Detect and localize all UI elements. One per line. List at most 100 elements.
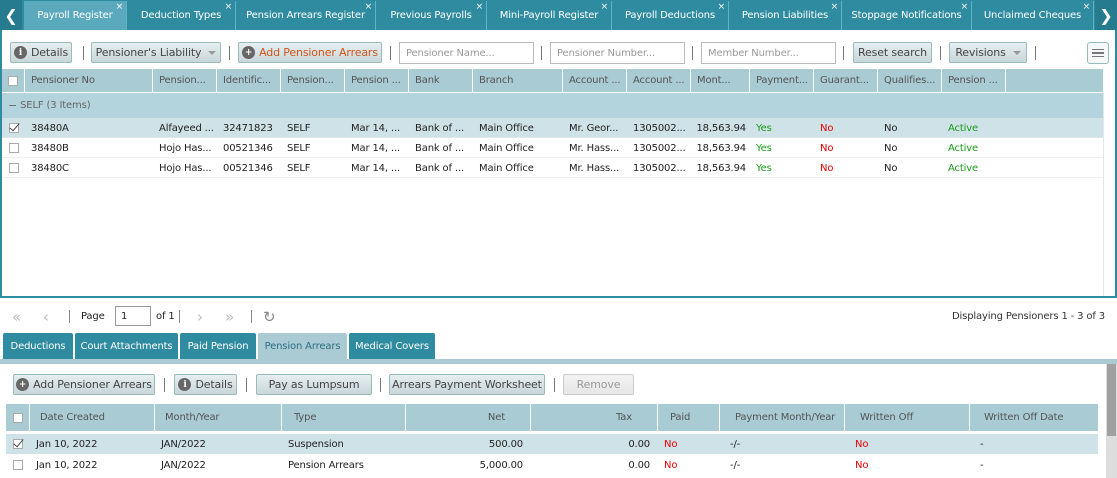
add-arrears-label: Add Pensioner Arrears — [33, 378, 152, 391]
tab-paid-pension[interactable]: Paid Pension — [180, 333, 256, 360]
member-number-input[interactable]: Member Number... — [701, 42, 836, 64]
col-account-no[interactable]: Account ... — [627, 69, 691, 92]
pay-as-lumpsum-button[interactable]: Pay as Lumpsum — [256, 374, 372, 395]
cell-written-off: No — [855, 459, 869, 471]
first-page-icon[interactable]: « — [12, 308, 21, 326]
col-pensioner-name[interactable]: Pension... — [153, 69, 217, 92]
arrears-payment-worksheet-button[interactable]: Arrears Payment Worksheet — [389, 374, 545, 395]
cell-type: SELF — [287, 142, 311, 154]
col-payment-month-year[interactable]: Payment Month/Year — [720, 404, 845, 431]
row-select[interactable] — [6, 455, 30, 475]
col-pension-date[interactable]: Pension ... — [345, 69, 409, 92]
revisions-dropdown[interactable]: Revisions — [949, 42, 1027, 63]
tab-payroll-deductions[interactable]: Payroll Deductions × — [612, 1, 729, 30]
tab-payroll-register[interactable]: Payroll Register × — [24, 1, 127, 30]
tab-mini-payroll-register[interactable]: Mini-Payroll Register × — [487, 1, 612, 30]
col-guarantee[interactable]: Guarant... — [814, 69, 878, 92]
row-select[interactable] — [2, 138, 25, 158]
row-select[interactable] — [2, 158, 25, 178]
col-pension-status[interactable]: Pension ... — [942, 69, 1006, 92]
close-icon[interactable]: × — [365, 2, 373, 12]
module-tabs: Payroll Register × Deduction Types × Pensi… — [24, 0, 1094, 30]
details-button[interactable]: i Details — [174, 374, 237, 395]
col-branch[interactable]: Branch — [473, 69, 563, 92]
col-month-year[interactable]: Month/Year — [155, 404, 282, 431]
table-row[interactable]: Jan 10, 2022 JAN/2022 Pension Arrears 5,… — [6, 455, 1098, 475]
row-select[interactable] — [6, 434, 30, 454]
close-icon[interactable]: × — [476, 2, 484, 12]
close-icon[interactable]: × — [1083, 2, 1091, 12]
menu-icon[interactable] — [1087, 42, 1109, 64]
col-monthly[interactable]: Mont... — [691, 69, 750, 92]
tab-medical-covers[interactable]: Medical Covers — [349, 333, 435, 360]
col-account-name[interactable]: Account ... — [563, 69, 627, 92]
page-number-input[interactable]: 1 — [115, 306, 151, 326]
cell-type: Pension Arrears — [288, 459, 364, 471]
tab-deductions[interactable]: Deductions — [3, 333, 73, 360]
vertical-scrollbar[interactable] — [1106, 364, 1117, 478]
col-qualifies[interactable]: Qualifies... — [878, 69, 942, 92]
close-icon[interactable]: × — [961, 2, 969, 12]
checkbox[interactable] — [8, 123, 19, 133]
tab-court-attachments[interactable]: Court Attachments — [75, 333, 178, 360]
close-icon[interactable]: × — [831, 2, 839, 12]
checkbox[interactable] — [8, 163, 19, 173]
separator — [692, 46, 693, 60]
col-net[interactable]: Net — [406, 404, 531, 431]
tabs-next-arrow-icon[interactable]: ❯ — [1095, 0, 1117, 30]
tab-previous-payrolls[interactable]: Previous Payrolls × — [376, 1, 487, 30]
table-row[interactable]: 38480C Hojo Has... 00521346 SELF Mar 14,… — [2, 158, 1103, 178]
col-type[interactable]: Type — [282, 404, 406, 431]
remove-button[interactable]: Remove — [563, 374, 634, 395]
close-icon[interactable]: × — [116, 2, 124, 12]
close-icon[interactable]: × — [718, 2, 726, 12]
table-row[interactable]: Jan 10, 2022 JAN/2022 Suspension 500.00 … — [6, 434, 1098, 454]
table-row[interactable]: 38480B Hojo Has... 00521346 SELF Mar 14,… — [2, 138, 1103, 158]
page-count-label: of 1 — [156, 311, 175, 322]
reset-search-button[interactable]: Reset search — [853, 42, 932, 63]
close-icon[interactable]: × — [601, 2, 609, 12]
col-written-off[interactable]: Written Off — [845, 404, 970, 431]
tabs-prev-arrow-icon[interactable]: ❮ — [0, 0, 22, 30]
add-pensioner-arrears-button[interactable]: + Add Pensioner Arrears — [238, 42, 382, 63]
col-date-created[interactable]: Date Created — [30, 404, 155, 431]
col-written-off-date[interactable]: Written Off Date — [970, 404, 1098, 431]
col-pensioner-no[interactable]: Pensioner No — [25, 69, 153, 92]
pensioner-name-input[interactable]: Pensioner Name... — [399, 42, 534, 64]
col-tax[interactable]: Tax — [531, 404, 658, 431]
collapse-icon[interactable]: − — [8, 99, 17, 112]
prev-page-icon[interactable]: ‹ — [43, 308, 49, 326]
col-paid[interactable]: Paid — [658, 404, 720, 431]
cell-guarantee: No — [820, 142, 834, 154]
row-select[interactable] — [2, 118, 25, 138]
table-row[interactable]: 38480A Alfayeed ... 32471823 SELF Mar 14… — [2, 118, 1103, 138]
tab-pension-arrears[interactable]: Pension Arrears — [258, 333, 347, 360]
cell-payment-month: -/- — [730, 438, 741, 450]
next-page-icon[interactable]: › — [197, 308, 203, 326]
checkbox[interactable] — [12, 412, 23, 423]
tab-deduction-types[interactable]: Deduction Types × — [127, 1, 236, 30]
tab-stoppage-notifications[interactable]: Stoppage Notifications × — [842, 1, 972, 30]
select-all-checkbox[interactable] — [6, 404, 30, 431]
col-identification[interactable]: Identific... — [217, 69, 281, 92]
tab-unclaimed-cheques[interactable]: Unclaimed Cheques × — [972, 1, 1094, 30]
checkbox[interactable] — [13, 460, 23, 470]
col-pension-type[interactable]: Pension... — [281, 69, 345, 92]
pensioners-liability-dropdown[interactable]: Pensioner's Liability — [91, 42, 221, 63]
last-page-icon[interactable]: » — [225, 308, 234, 326]
tab-pension-liabilities[interactable]: Pension Liabilities × — [729, 1, 842, 30]
pensioner-number-input[interactable]: Pensioner Number... — [550, 42, 685, 64]
tab-pension-arrears-register[interactable]: Pension Arrears Register × — [236, 1, 376, 30]
checkbox[interactable] — [8, 143, 19, 153]
add-pensioner-arrears-button[interactable]: + Add Pensioner Arrears — [13, 374, 155, 395]
col-payment[interactable]: Payment... — [750, 69, 814, 92]
checkbox[interactable] — [8, 75, 18, 86]
details-button[interactable]: i Details — [10, 42, 72, 63]
group-row[interactable]: − SELF (3 Items) — [2, 93, 1103, 118]
col-bank[interactable]: Bank — [409, 69, 473, 92]
select-all-checkbox[interactable] — [2, 69, 25, 92]
scrollbar-thumb[interactable] — [1107, 364, 1116, 436]
checkbox[interactable] — [13, 439, 23, 449]
close-icon[interactable]: × — [225, 2, 233, 12]
refresh-icon[interactable]: ↻ — [263, 308, 276, 326]
